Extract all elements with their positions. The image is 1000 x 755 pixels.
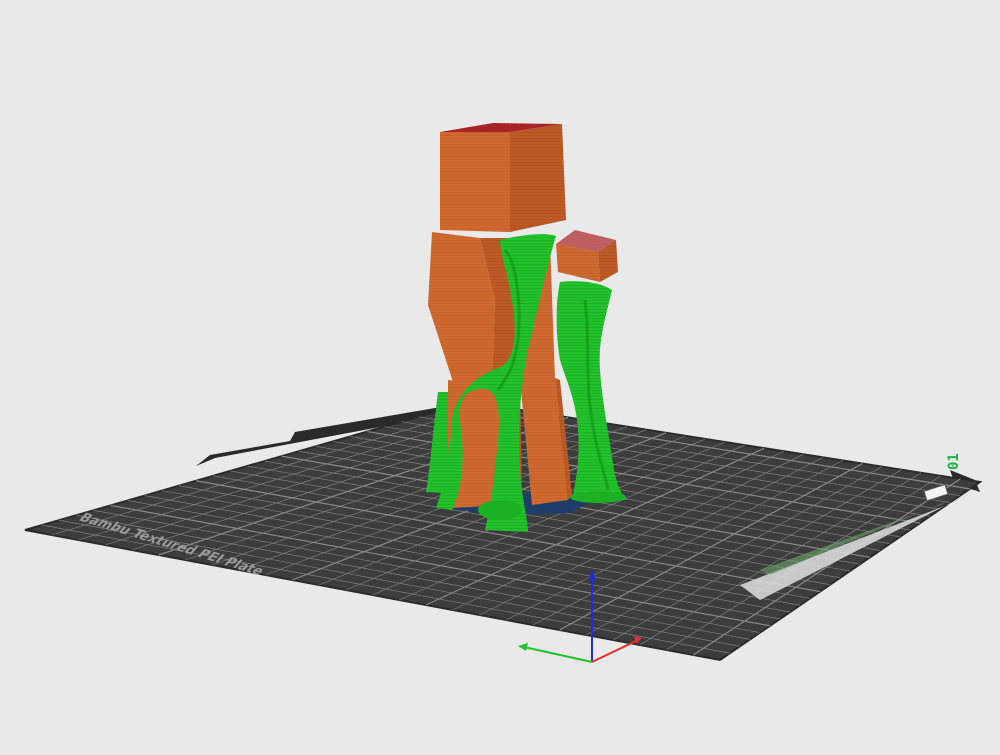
head-side [510,124,566,232]
head-front [440,132,510,232]
y-axis-arrow [518,643,528,651]
y-axis [523,646,593,663]
support-base-2 [570,491,626,503]
plate-id: 01 [946,453,962,470]
scene-canvas[interactable]: Bambu Textured PEI Plate 01 [0,0,1000,755]
x-axis [591,639,639,663]
3d-viewport[interactable]: Bambu Textured PEI Plate 01 [0,0,1000,755]
support-base-1 [478,500,522,520]
